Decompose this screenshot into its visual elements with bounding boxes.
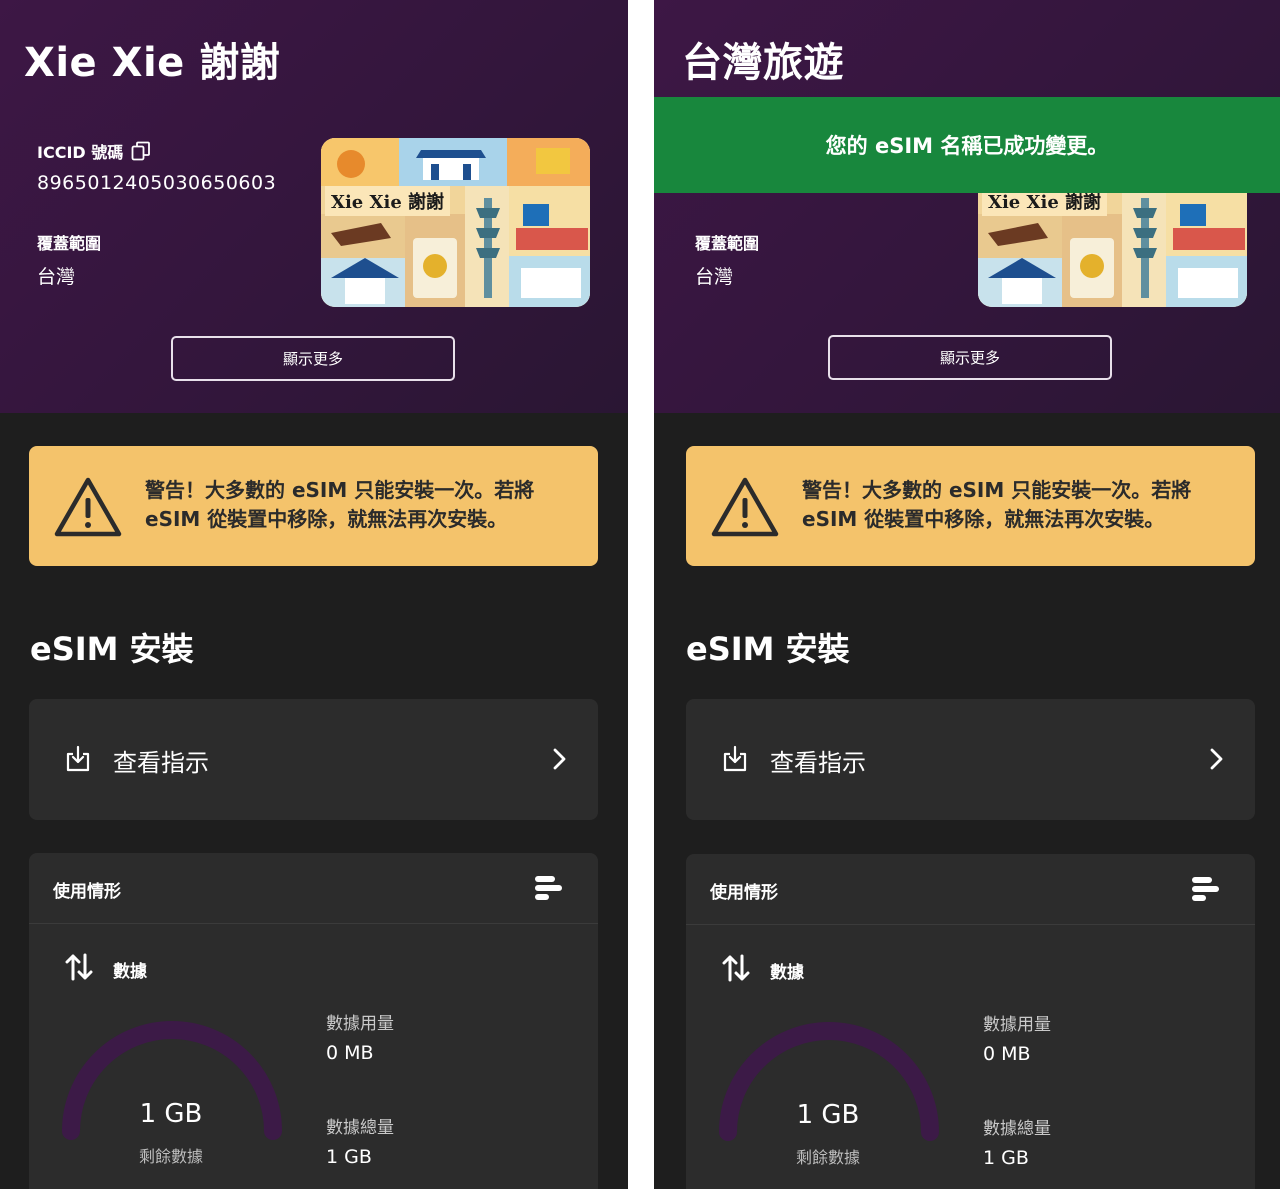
coverage-value: 台灣 bbox=[37, 266, 76, 288]
warning-text: 警告！大多數的 eSIM 只能安裝一次。若將 eSIM 從裝置中移除，就無法再次… bbox=[802, 478, 1192, 531]
usage-title: 使用情形 bbox=[710, 883, 778, 903]
usage-bars-icon[interactable] bbox=[1191, 876, 1219, 902]
usage-header: 使用情形 bbox=[29, 853, 598, 924]
data-label: 數據 bbox=[770, 963, 804, 983]
download-icon bbox=[66, 745, 90, 772]
warning-text: 警告！大多數的 eSIM 只能安裝一次。若將 eSIM 從裝置中移除，就無法再次… bbox=[145, 478, 535, 531]
iccid-label: ICCID 號碼 bbox=[37, 139, 151, 163]
chevron-right-icon bbox=[1210, 748, 1223, 770]
install-section-title: eSIM 安裝 bbox=[30, 630, 194, 668]
usage-title: 使用情形 bbox=[53, 882, 121, 902]
data-used-label: 數據用量 bbox=[983, 1015, 1051, 1035]
esim-title: Xie Xie 謝謝 bbox=[24, 40, 281, 86]
esim-detail-panel-right: 台灣旅遊 覆蓋範圍 台灣 Xie Xie 謝謝 顯示更多 您的 eSIM 名稱已… bbox=[654, 0, 1280, 1189]
view-instructions-button[interactable]: 查看指示 bbox=[29, 699, 598, 820]
warning-icon bbox=[711, 477, 779, 537]
chevron-right-icon bbox=[553, 748, 566, 770]
taiwan-landmarks-illustration bbox=[321, 138, 590, 307]
remaining-data-value: 1 GB bbox=[796, 1100, 860, 1130]
data-label: 數據 bbox=[113, 962, 147, 982]
data-total-label: 數據總量 bbox=[326, 1118, 394, 1138]
iccid-label-text: ICCID 號碼 bbox=[37, 143, 124, 162]
data-total-value: 1 GB bbox=[983, 1147, 1029, 1169]
view-instructions-label: 查看指示 bbox=[113, 749, 209, 777]
copy-icon[interactable] bbox=[131, 141, 151, 161]
remaining-data-value: 1 GB bbox=[139, 1099, 203, 1129]
usage-card: 使用情形 數據 1 GB 剩餘數據 數據用量 0 MB 數據總量 1 GB bbox=[686, 854, 1255, 1189]
warning-banner: 警告！大多數的 eSIM 只能安裝一次。若將 eSIM 從裝置中移除，就無法再次… bbox=[29, 446, 598, 566]
data-used-value: 0 MB bbox=[326, 1042, 374, 1064]
install-section-title: eSIM 安裝 bbox=[686, 630, 850, 668]
view-instructions-button[interactable]: 查看指示 bbox=[686, 699, 1255, 820]
show-more-button[interactable]: 顯示更多 bbox=[171, 336, 455, 381]
data-used-value: 0 MB bbox=[983, 1043, 1031, 1065]
remaining-data-caption: 剩餘數據 bbox=[138, 1147, 203, 1166]
esim-detail-panel-left: Xie Xie 謝謝 ICCID 號碼 8965012405030650603 … bbox=[0, 0, 628, 1189]
show-more-button[interactable]: 顯示更多 bbox=[828, 335, 1112, 380]
success-toast: 您的 eSIM 名稱已成功變更。 bbox=[654, 97, 1280, 193]
data-transfer-icon bbox=[65, 953, 93, 981]
coverage-value: 台灣 bbox=[695, 266, 734, 288]
data-total-label: 數據總量 bbox=[983, 1119, 1051, 1139]
usage-bars-icon[interactable] bbox=[534, 875, 562, 901]
esim-card-image: Xie Xie 謝謝 bbox=[321, 138, 590, 307]
data-transfer-icon bbox=[722, 954, 750, 982]
iccid-value: 8965012405030650603 bbox=[37, 172, 277, 194]
coverage-label: 覆蓋範圍 bbox=[37, 234, 102, 253]
card-name: Xie Xie 謝謝 bbox=[325, 186, 451, 216]
view-instructions-label: 查看指示 bbox=[770, 749, 866, 777]
warning-icon bbox=[54, 477, 122, 537]
data-used-label: 數據用量 bbox=[326, 1014, 394, 1034]
hero-header: 台灣旅遊 覆蓋範圍 台灣 Xie Xie 謝謝 顯示更多 bbox=[654, 0, 1280, 413]
usage-header: 使用情形 bbox=[686, 854, 1255, 925]
hero-header: Xie Xie 謝謝 ICCID 號碼 8965012405030650603 … bbox=[0, 0, 628, 413]
usage-card: 使用情形 數據 1 GB 剩餘數據 數據用量 0 MB 數據總量 1 GB bbox=[29, 853, 598, 1189]
data-total-value: 1 GB bbox=[326, 1146, 372, 1168]
download-icon bbox=[723, 745, 747, 772]
warning-banner: 警告！大多數的 eSIM 只能安裝一次。若將 eSIM 從裝置中移除，就無法再次… bbox=[686, 446, 1255, 566]
remaining-data-caption: 剩餘數據 bbox=[795, 1148, 860, 1167]
coverage-label: 覆蓋範圍 bbox=[695, 234, 760, 253]
esim-title: 台灣旅遊 bbox=[682, 40, 844, 86]
